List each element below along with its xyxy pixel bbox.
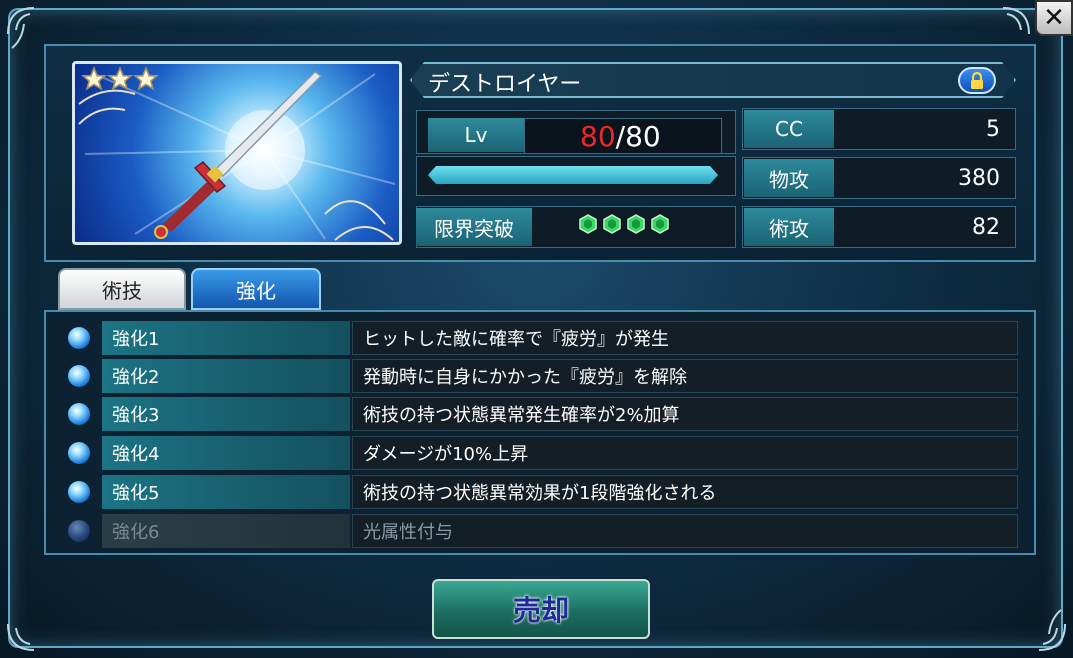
level-label: Lv [428, 118, 524, 152]
enhancement-label: 強化3 [102, 397, 350, 431]
gem-icon [651, 214, 669, 234]
orb-icon [68, 442, 90, 464]
enhancement-label: 強化6 [102, 514, 350, 548]
limit-break-label: 限界突破 [416, 208, 532, 246]
cc-value: 5 [986, 116, 1000, 142]
star-icon [107, 66, 133, 91]
lock-icon [971, 71, 983, 89]
exp-bar [428, 166, 718, 184]
lock-button[interactable] [958, 67, 996, 94]
enhancement-desc: 光属性付与 [352, 514, 1018, 548]
gem-icon [579, 214, 597, 234]
star-icon [81, 66, 107, 91]
list-item: 強化5 術技の持つ状態異常効果が1段階強化される [60, 475, 1018, 509]
close-button[interactable]: ✕ [1035, 0, 1073, 36]
close-icon: ✕ [1043, 3, 1065, 33]
orb-icon [68, 365, 90, 387]
level-value: 80/80 [580, 120, 661, 153]
ornament-bottom-right-icon [1038, 609, 1066, 651]
enhancement-label: 強化5 [102, 475, 350, 509]
level-max: /80 [615, 120, 661, 153]
tab-arts[interactable]: 術技 [58, 268, 186, 310]
star-icon [133, 66, 159, 91]
phys-atk-label: 物攻 [744, 159, 834, 197]
cc-label: CC [744, 110, 834, 148]
enhancement-label: 強化4 [102, 436, 350, 470]
orb-icon [68, 327, 90, 349]
phys-atk-value: 380 [958, 165, 1000, 191]
orb-icon [68, 481, 90, 503]
enhancement-desc: 術技の持つ状態異常効果が1段階強化される [352, 475, 1018, 509]
enhancement-desc: 術技の持つ状態異常発生確率が2%加算 [352, 397, 1018, 431]
orb-icon [68, 520, 90, 542]
arts-atk-label: 術攻 [744, 208, 834, 246]
gem-icon [603, 214, 621, 234]
weapon-illustration [72, 61, 402, 245]
list-item: 強化1 ヒットした敵に確率で『疲労』が発生 [60, 321, 1018, 355]
sell-button[interactable]: 売却 [432, 579, 650, 639]
enhancement-label: 強化1 [102, 321, 350, 355]
list-item: 強化6 光属性付与 [60, 514, 1018, 548]
orb-icon [68, 403, 90, 425]
limit-break-gems [578, 214, 674, 234]
tab-enhance[interactable]: 強化 [191, 268, 321, 310]
level-current: 80 [580, 120, 616, 153]
enhancement-label: 強化2 [102, 359, 350, 393]
ornament-bottom-left-icon [7, 623, 35, 651]
gem-icon [627, 214, 645, 234]
list-item: 強化3 術技の持つ状態異常発生確率が2%加算 [60, 397, 1018, 431]
enhancement-desc: ダメージが10%上昇 [352, 436, 1018, 470]
list-item: 強化4 ダメージが10%上昇 [60, 436, 1018, 470]
rarity-stars [81, 66, 159, 92]
arts-atk-value: 82 [972, 214, 1000, 240]
enhancement-desc: ヒットした敵に確率で『疲労』が発生 [352, 321, 1018, 355]
list-item: 強化2 発動時に自身にかかった『疲労』を解除 [60, 359, 1018, 393]
weapon-name: デストロイヤー [428, 72, 582, 97]
enhancement-desc: 発動時に自身にかかった『疲労』を解除 [352, 359, 1018, 393]
